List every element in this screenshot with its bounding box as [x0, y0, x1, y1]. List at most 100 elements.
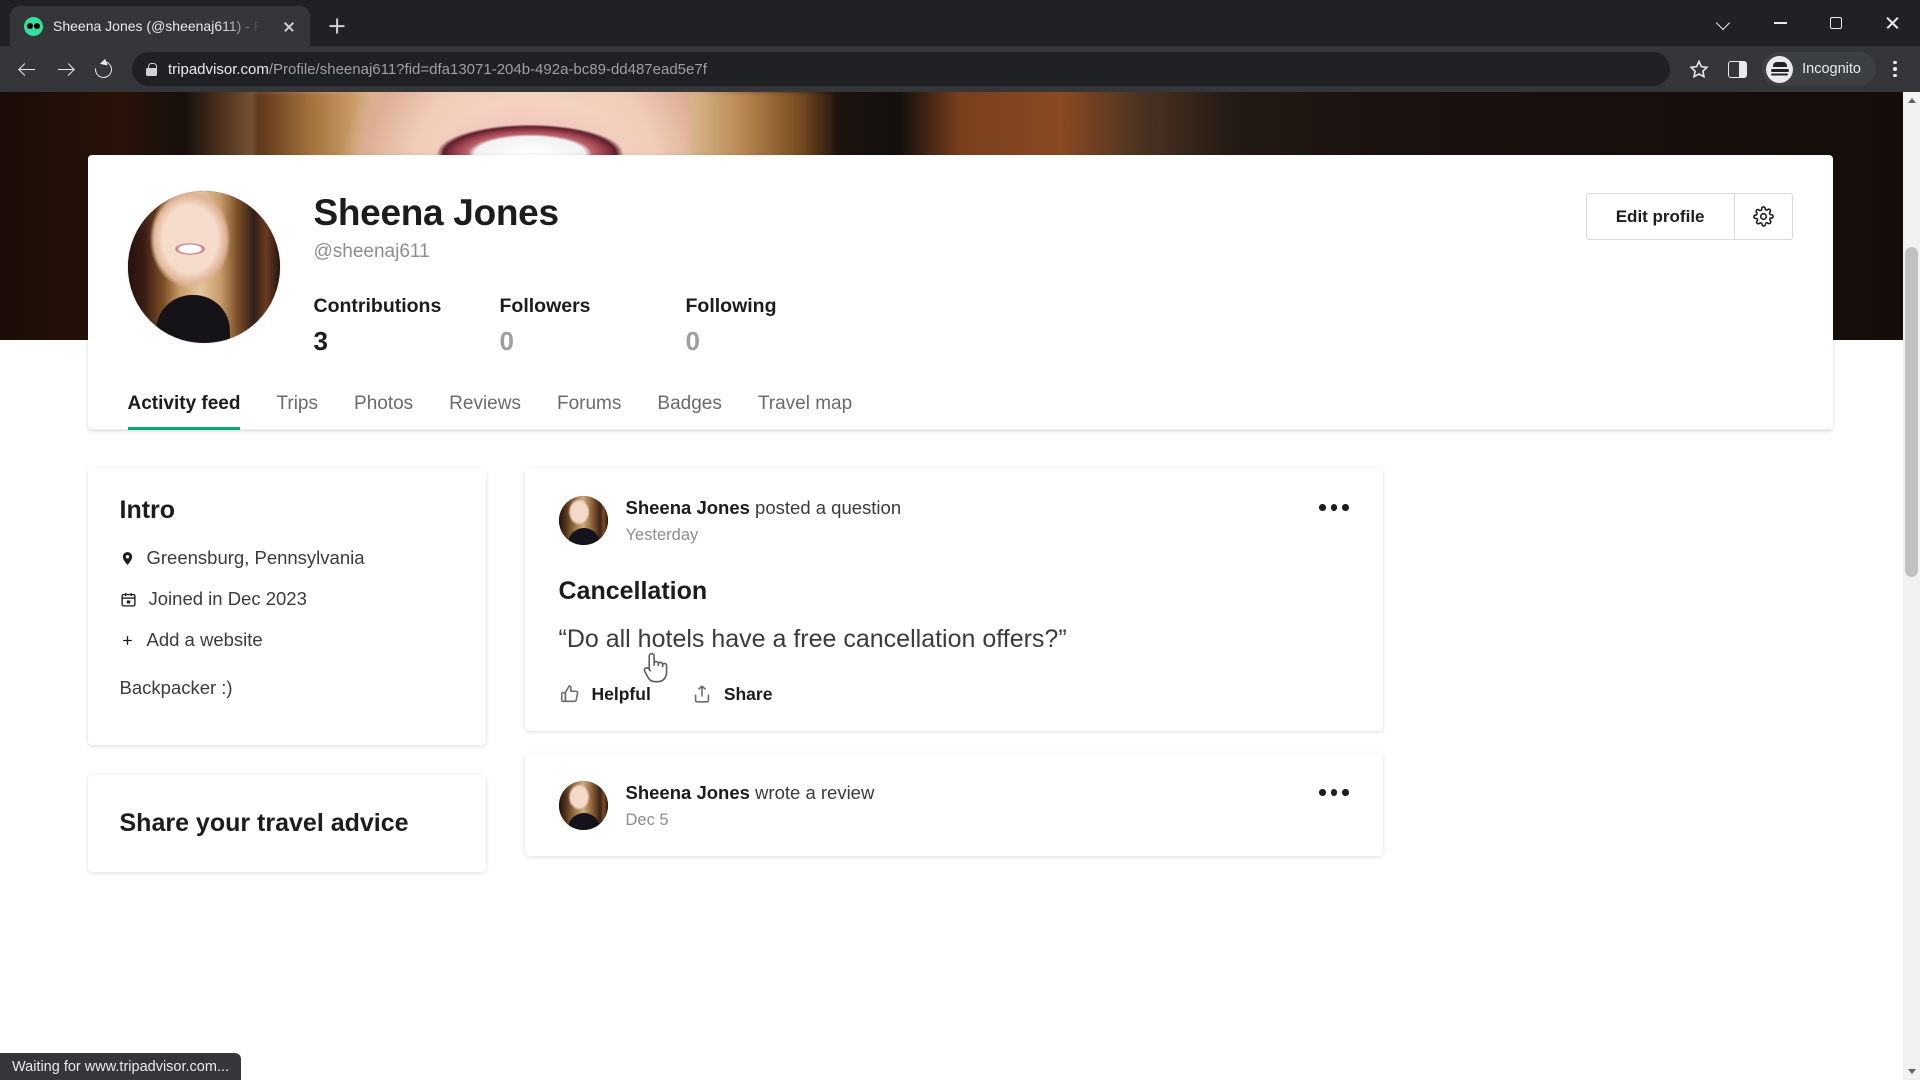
post-actor: Sheena Jones posted a question	[626, 497, 1349, 519]
post-actor-name: Sheena Jones	[625, 497, 750, 518]
share-travel-advice-title: Share your travel advice	[119, 809, 409, 837]
intro-title: Intro	[119, 496, 176, 524]
stat-followers[interactable]: Followers 0	[500, 295, 686, 357]
post-actions: Helpful Share	[559, 683, 1349, 705]
incognito-label: Incognito	[1802, 61, 1861, 77]
url-host: tripadvisor.com	[168, 60, 269, 78]
feed-column: Sheena Jones posted a question Yesterday…	[524, 468, 1383, 878]
url-text: tripadvisor.com/Profile/sheenaj611?fid=d…	[168, 61, 707, 78]
reload-icon	[91, 57, 115, 81]
side-panel-icon	[1727, 60, 1747, 78]
page-scrollbar[interactable]	[1903, 92, 1920, 1080]
back-button[interactable]	[10, 52, 44, 86]
tab-photos[interactable]: Photos	[336, 393, 431, 429]
tab-trips[interactable]: Trips	[258, 393, 336, 429]
close-icon[interactable]	[278, 15, 300, 37]
status-bar: Waiting for www.tripadvisor.com...	[0, 1053, 242, 1080]
intro-joined: Joined in Dec 2023	[120, 588, 454, 610]
profile-stats: Contributions 3 Followers 0 Following 0	[314, 295, 1793, 357]
page-title: Sheena Jones	[313, 192, 560, 233]
tab-travel-map[interactable]: Travel map	[740, 393, 870, 429]
browser-tab[interactable]: Sheena Jones (@sheenaj611) - P	[10, 6, 310, 46]
profile-tabs: Activity feed Trips Photos Reviews Forum…	[87, 393, 1833, 430]
incognito-hat-icon	[1766, 55, 1794, 83]
intro-location-text: Greensburg, Pennsylvania	[146, 547, 365, 568]
intro-card: Intro Greensburg, Pennsylvania Joined in…	[87, 468, 486, 745]
post-timestamp: Yesterday	[625, 526, 699, 544]
intro-joined-text: Joined in Dec 2023	[148, 588, 307, 609]
tab-badges[interactable]: Badges	[639, 393, 739, 429]
post-action-text: posted a question	[749, 497, 902, 518]
share-icon	[694, 685, 710, 703]
stat-following[interactable]: Following 0	[686, 295, 872, 357]
map-pin-icon	[122, 551, 132, 565]
incognito-indicator[interactable]: Incognito	[1762, 52, 1876, 86]
intro-add-website-label: Add a website	[146, 629, 263, 650]
plus-icon	[122, 635, 132, 645]
forward-arrow-icon	[57, 61, 74, 78]
page-viewport: Sheena Jones @sheenaj611 Contributions 3…	[0, 92, 1920, 1080]
stat-value: 0	[685, 325, 700, 356]
post-action-text: wrote a review	[749, 782, 875, 804]
tab-strip: Sheena Jones (@sheenaj611) - P	[0, 0, 1920, 46]
scrollbar-thumb[interactable]	[1905, 247, 1918, 577]
post-actor: Sheena Jones wrote a review	[626, 782, 1349, 804]
new-tab-button[interactable]	[320, 9, 354, 43]
minimize-button[interactable]	[1752, 0, 1808, 46]
tab-reviews[interactable]: Reviews	[431, 393, 539, 429]
avatar[interactable]	[558, 496, 608, 545]
more-options-icon[interactable]	[1315, 496, 1353, 519]
stat-label: Following	[685, 294, 777, 317]
forward-button[interactable]	[48, 52, 82, 86]
back-arrow-icon	[19, 61, 36, 78]
profile-actions: Edit profile	[1585, 193, 1793, 240]
url-path: /Profile/sheenaj611?fid=dfa13071-204b-49…	[268, 60, 707, 78]
sidebar-column: Intro Greensburg, Pennsylvania Joined in…	[87, 468, 486, 878]
stat-value: 0	[499, 325, 514, 356]
stat-value: 3	[313, 325, 328, 356]
lock-icon	[146, 62, 157, 76]
intro-add-website[interactable]: Add a website	[120, 629, 454, 651]
kebab-menu-icon[interactable]	[1880, 52, 1910, 86]
post-timestamp: Dec 5	[625, 811, 669, 830]
maximize-button[interactable]	[1808, 0, 1864, 46]
scroll-down-arrow[interactable]	[1903, 1063, 1920, 1080]
helpful-button[interactable]: Helpful	[559, 683, 651, 705]
more-options-icon[interactable]	[1315, 781, 1353, 804]
window-controls	[1696, 0, 1920, 46]
reload-button[interactable]	[86, 52, 120, 86]
address-bar[interactable]: tripadvisor.com/Profile/sheenaj611?fid=d…	[132, 52, 1671, 86]
share-label: Share	[723, 683, 773, 704]
stat-label: Contributions	[313, 294, 442, 317]
bookmark-button[interactable]	[1682, 52, 1716, 86]
post-actor-name: Sheena Jones	[625, 782, 750, 804]
feed-post-question: Sheena Jones posted a question Yesterday…	[524, 468, 1383, 732]
close-icon	[1885, 16, 1899, 30]
browser-toolbar: tripadvisor.com/Profile/sheenaj611?fid=d…	[0, 46, 1920, 92]
stat-contributions[interactable]: Contributions 3	[314, 295, 500, 357]
settings-button[interactable]	[1734, 193, 1793, 240]
side-panel-button[interactable]	[1720, 52, 1754, 86]
helpful-label: Helpful	[591, 683, 651, 704]
thumbs-up-icon	[560, 685, 578, 703]
avatar[interactable]	[127, 191, 280, 343]
avatar[interactable]	[558, 781, 608, 831]
scroll-up-arrow[interactable]	[1903, 92, 1920, 109]
tab-search-button[interactable]	[1696, 0, 1752, 46]
post-title: Cancellation	[558, 577, 708, 605]
share-travel-advice-card[interactable]: Share your travel advice	[87, 775, 486, 872]
tab-forums[interactable]: Forums	[539, 393, 639, 429]
share-button[interactable]: Share	[691, 683, 773, 705]
page-content: Sheena Jones @sheenaj611 Contributions 3…	[0, 155, 1920, 1080]
edit-profile-button[interactable]: Edit profile	[1585, 193, 1735, 240]
calendar-icon	[120, 592, 136, 607]
tab-title: Sheena Jones (@sheenaj611) - P	[53, 18, 264, 34]
tab-activity-feed[interactable]: Activity feed	[127, 393, 259, 430]
post-quote: “Do all hotels have a free cancellation …	[558, 625, 1067, 653]
user-avatar	[127, 191, 280, 343]
star-icon	[1689, 59, 1709, 79]
content-columns: Intro Greensburg, Pennsylvania Joined in…	[87, 468, 1833, 878]
tripadvisor-owl-icon	[24, 16, 43, 36]
chevron-down-icon	[1718, 17, 1730, 29]
close-window-button[interactable]	[1864, 0, 1920, 46]
